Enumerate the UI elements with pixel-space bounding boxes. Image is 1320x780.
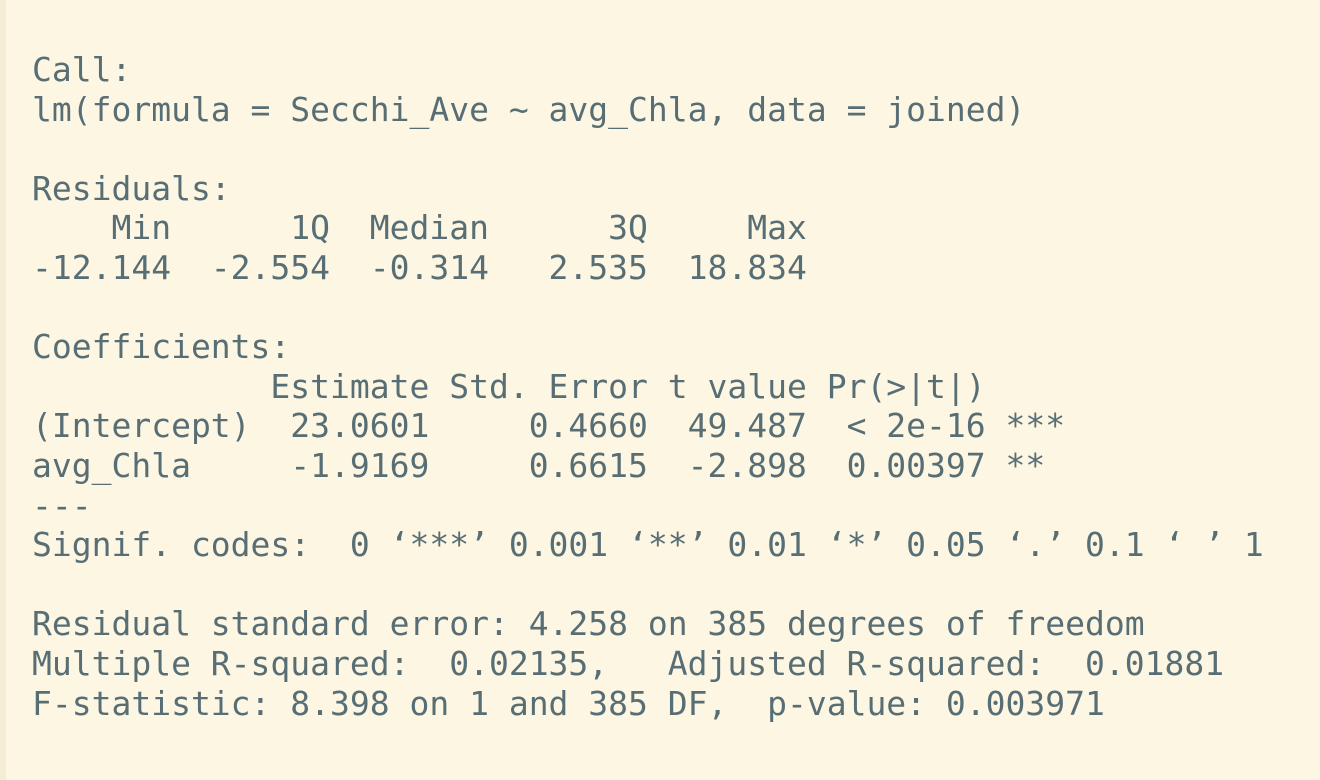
r-squared-line: Multiple R-squared: 0.02135, Adjusted R-…	[32, 643, 1244, 683]
call-formula: lm(formula = Secchi_Ave ~ avg_Chla, data…	[32, 89, 1026, 129]
call-header: Call:	[32, 50, 132, 89]
coefficient-row-avg-chla: avg_Chla -1.9169 0.6615 -2.898 0.00397 *…	[32, 445, 1066, 485]
residuals-header: Residuals:	[32, 168, 231, 208]
console-output: Call: lm(formula = Secchi_Ave ~ avg_Chla,…	[32, 50, 1264, 723]
signif-codes: Signif. codes: 0 ‘***’ 0.001 ‘**’ 0.01 ‘…	[32, 525, 1264, 565]
coefficients-column-headers: Estimate Std. Error t value Pr(>|t|)	[32, 366, 1066, 406]
residuals-quantile-values: -12.144 -2.554 -0.314 2.535 18.834	[32, 247, 827, 287]
residual-standard-error: Residual standard error: 4.258 on 385 de…	[32, 604, 1145, 644]
left-border	[0, 0, 6, 780]
f-statistic-line: F-statistic: 8.398 on 1 and 385 DF, p-va…	[32, 683, 1105, 723]
residuals-quantile-labels: Min 1Q Median 3Q Max	[32, 208, 827, 248]
separator-line: ---	[32, 485, 92, 525]
coefficient-row-intercept: (Intercept) 23.0601 0.4660 49.487 < 2e-1…	[32, 406, 1066, 446]
coefficients-header: Coefficients:	[32, 327, 291, 367]
